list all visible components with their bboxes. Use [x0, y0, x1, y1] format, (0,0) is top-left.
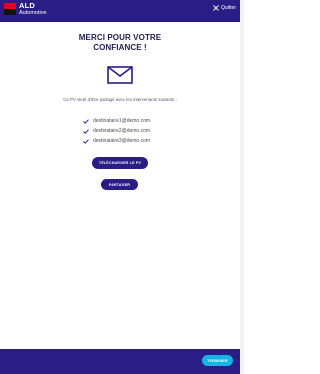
check-icon — [83, 138, 89, 144]
finish-button[interactable]: TERMINER — [202, 355, 233, 366]
recipient-list: destinataire1@demo.com destinataire2@dem… — [83, 116, 203, 146]
close-icon — [213, 5, 219, 11]
title-line1: MERCI POUR VOTRE — [78, 33, 162, 42]
page-title: MERCI POUR VOTRE CONFIANCE ! — [20, 33, 220, 53]
quit-label: Quitter — [220, 5, 236, 11]
brand-name: ALD Automotive — [19, 2, 47, 16]
recipient-email: destinataire2@demo.com — [93, 128, 151, 134]
list-item: destinataire3@demo.com — [83, 136, 203, 146]
list-item: destinataire1@demo.com — [83, 116, 203, 126]
check-icon — [83, 118, 89, 124]
confirmation-page: ALD Automotive Quitter MERCI POUR VOTRE … — [0, 0, 240, 374]
title-line2: CONFIANCE ! — [93, 43, 147, 52]
quit-button[interactable]: Quitter — [213, 5, 236, 11]
ald-logo — [4, 3, 16, 15]
recipient-email: destinataire3@demo.com — [93, 138, 151, 144]
recipient-email: destinataire1@demo.com — [93, 118, 151, 124]
scrollbar-track — [240, 0, 244, 374]
check-icon — [83, 128, 89, 134]
brand-line2: Automotive — [19, 9, 47, 16]
list-item: destinataire2@demo.com — [83, 126, 203, 136]
share-button[interactable]: PARTAGER — [101, 179, 138, 190]
brand-line1: ALD — [19, 1, 36, 10]
download-pv-button[interactable]: TÉLÉCHARGER LE PV — [92, 157, 148, 169]
header-bar: ALD Automotive Quitter — [0, 0, 240, 22]
envelope-icon — [107, 66, 133, 84]
intro-text: Ce PV vient d'être partagé avec les inte… — [63, 97, 177, 102]
